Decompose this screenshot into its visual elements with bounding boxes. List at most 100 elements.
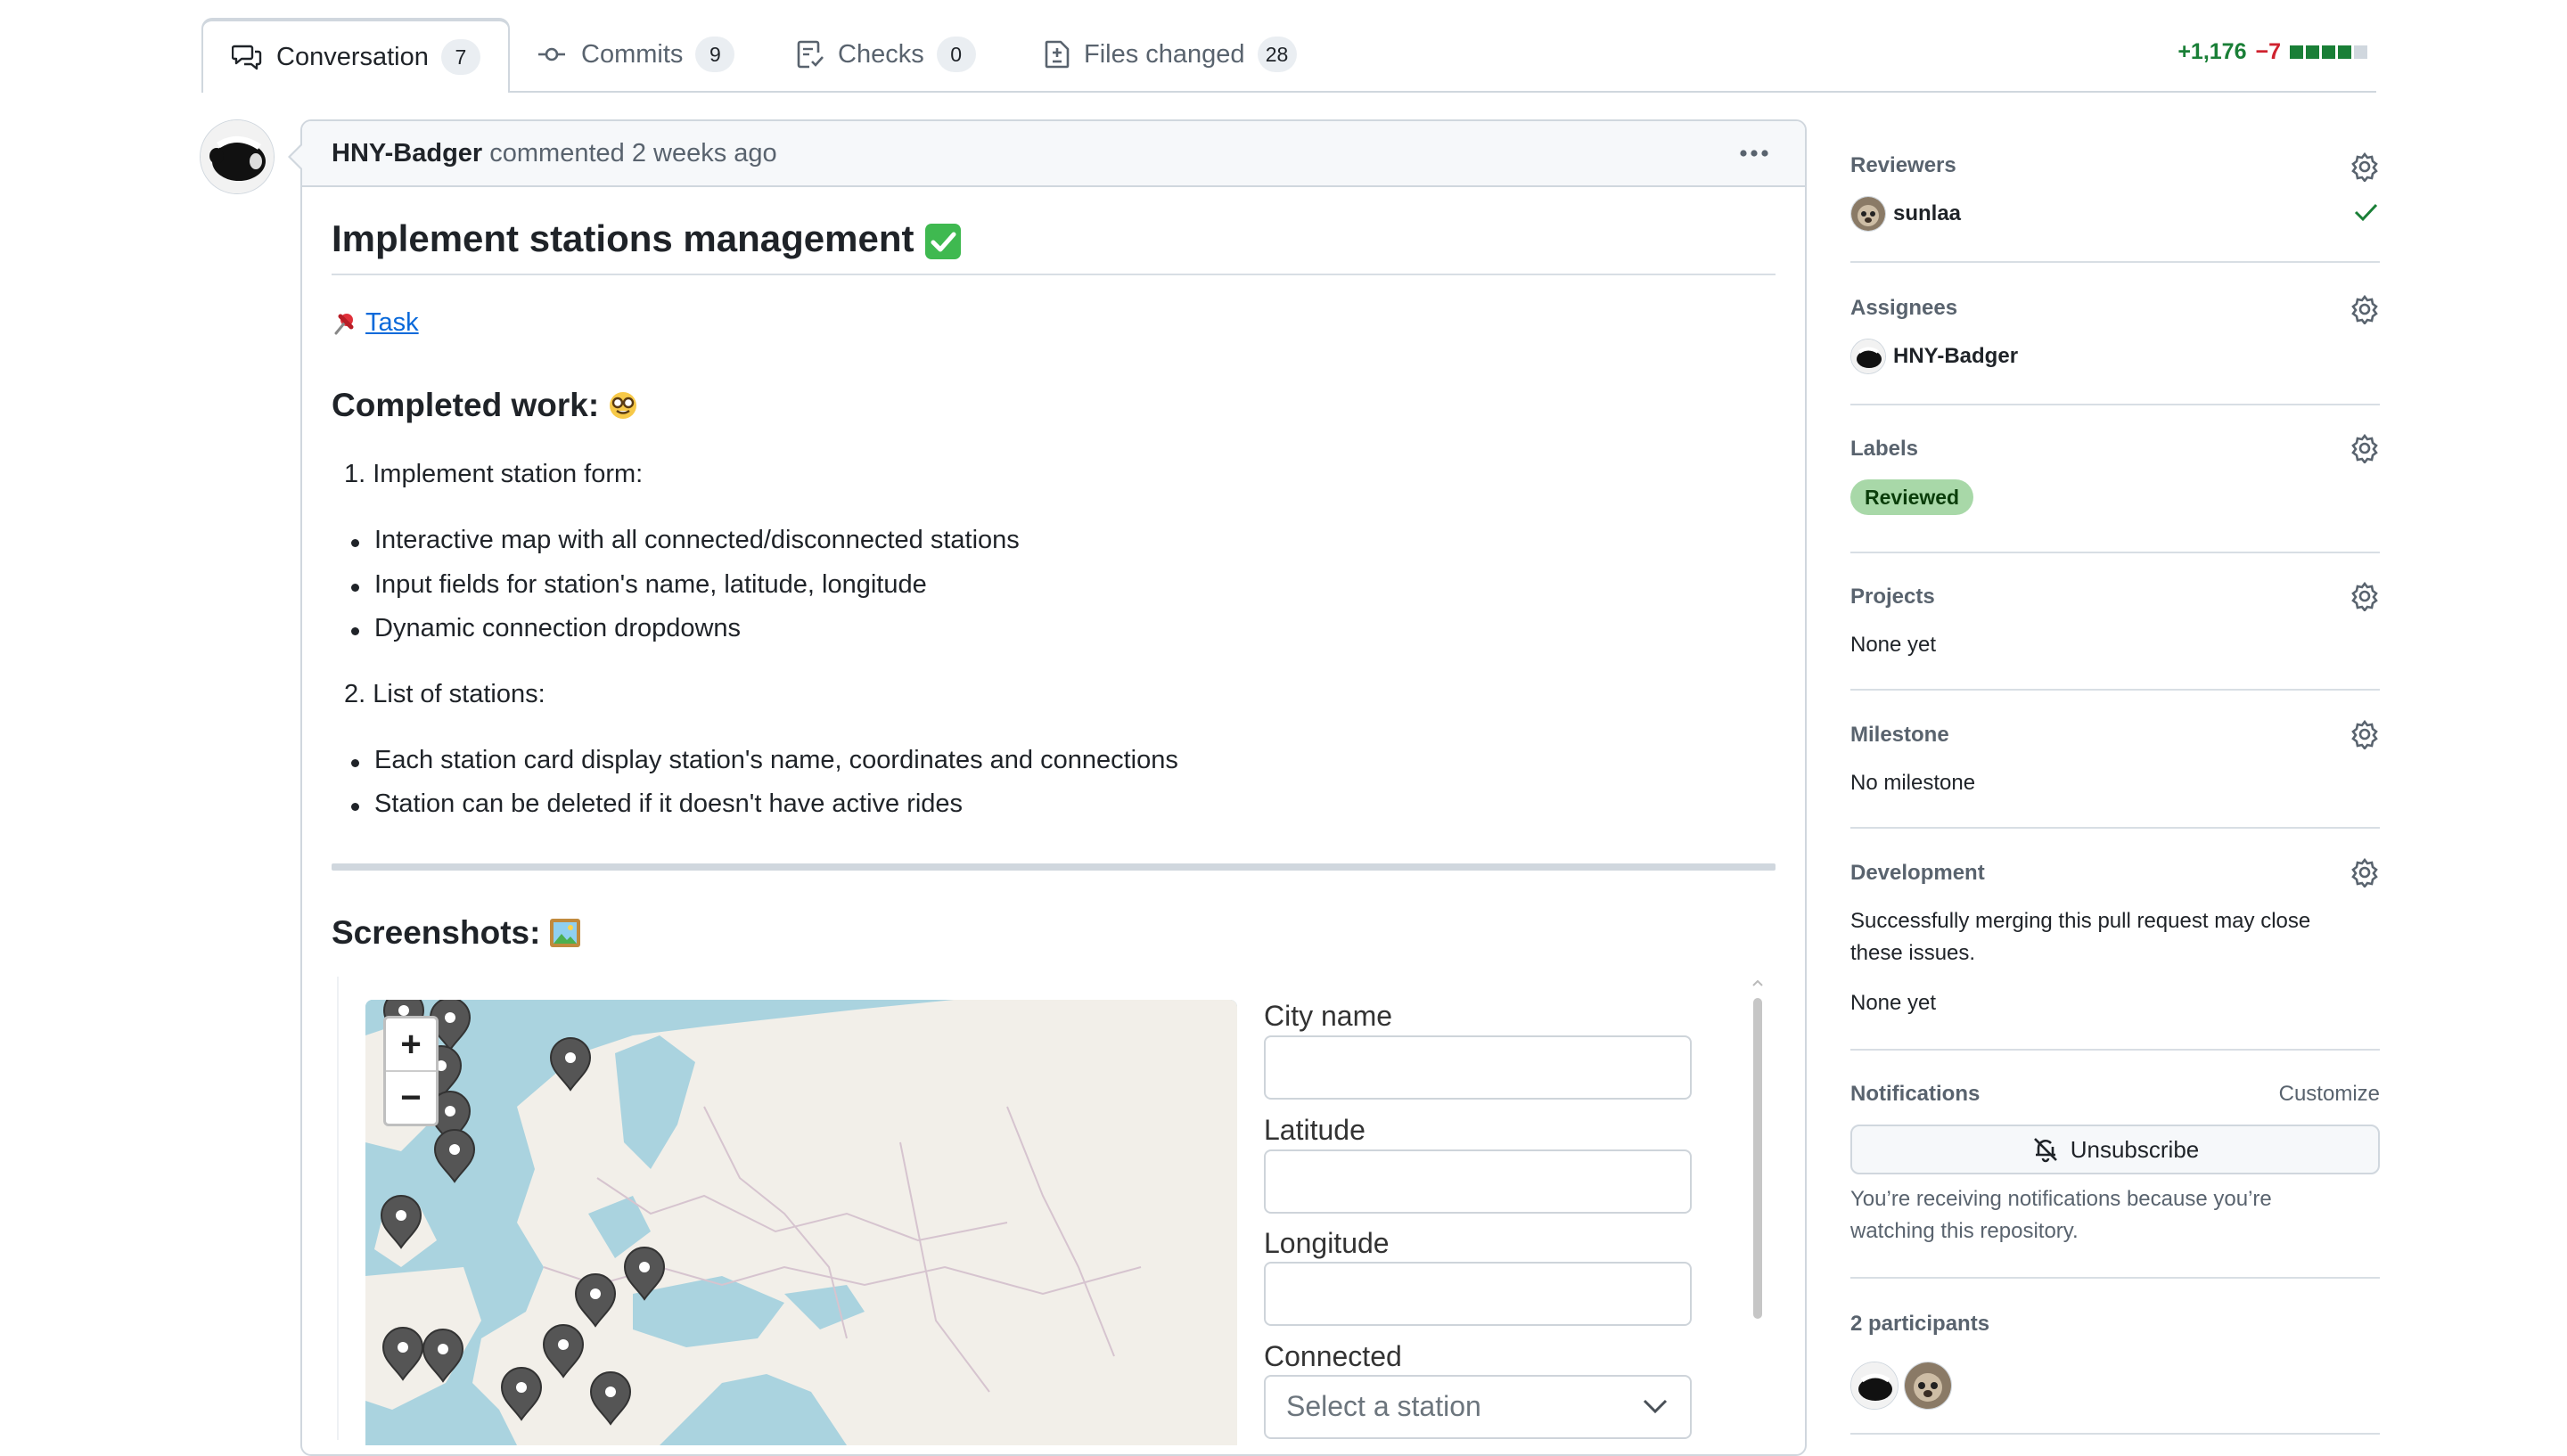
tab-files-changed[interactable]: Files changed 28 bbox=[1045, 18, 1297, 91]
gear-icon[interactable] bbox=[2350, 581, 2380, 611]
pushpin-emoji bbox=[332, 311, 357, 336]
gear-icon[interactable] bbox=[2350, 857, 2380, 888]
gear-icon[interactable] bbox=[2350, 294, 2380, 324]
tab-count: 9 bbox=[695, 37, 735, 72]
pr-tab-bar: Conversation 7 Commits 9 Checks 0 Files … bbox=[201, 18, 2376, 93]
comment-header-text: HNY-Badger commented 2 weeks ago bbox=[332, 139, 777, 168]
tab-conversation[interactable]: Conversation 7 bbox=[201, 18, 510, 93]
sidebar-divider bbox=[1850, 404, 2380, 405]
diffstat-block bbox=[2354, 45, 2367, 59]
list-item-2: 2. List of stations: bbox=[344, 680, 545, 708]
nerd-face-emoji bbox=[608, 390, 638, 421]
gear-icon[interactable] bbox=[2350, 719, 2380, 749]
longitude-label: Longitude bbox=[1264, 1227, 1390, 1259]
select-placeholder: Select a station bbox=[1286, 1390, 1481, 1422]
customize-link[interactable]: Customize bbox=[2279, 1082, 2380, 1107]
tab-label: Files changed bbox=[1084, 39, 1245, 69]
pr-description-title: Implement stations management bbox=[332, 217, 962, 260]
task-line: Task bbox=[332, 308, 419, 338]
list-item: Input fields for station's name, latitud… bbox=[374, 570, 927, 599]
notification-reason: watching this repository. bbox=[1850, 1219, 2079, 1243]
list-item-1: 1. Implement station form: bbox=[344, 460, 644, 488]
bullet-dot bbox=[351, 627, 359, 635]
labels-title[interactable]: Labels bbox=[1850, 437, 1918, 462]
horizontal-rule bbox=[332, 863, 1776, 871]
latitude-input[interactable] bbox=[1264, 1149, 1692, 1214]
longitude-input[interactable] bbox=[1264, 1262, 1692, 1326]
diffstat-block bbox=[2322, 45, 2335, 59]
embedded-scrollbar-thumb[interactable] bbox=[1753, 998, 1762, 1319]
title-text: Implement stations management bbox=[332, 217, 914, 259]
comment-caret-fill bbox=[291, 144, 303, 169]
heading-text: Completed work: bbox=[332, 387, 600, 423]
notifications-title: Notifications bbox=[1850, 1082, 1981, 1106]
diffstat-additions: +1,176 bbox=[2177, 39, 2247, 64]
bullet-dot bbox=[351, 803, 359, 811]
sidebar-divider bbox=[1850, 689, 2380, 691]
reviewers-title[interactable]: Reviewers bbox=[1850, 153, 1956, 178]
projects-title[interactable]: Projects bbox=[1850, 585, 1935, 609]
bullet-dot bbox=[351, 759, 359, 767]
sidebar-divider bbox=[1850, 261, 2380, 263]
list-item: Each station card display station's name… bbox=[374, 746, 1178, 774]
tab-commits[interactable]: Commits 9 bbox=[537, 18, 735, 91]
git-commit-icon bbox=[537, 41, 567, 68]
diffstat-block bbox=[2338, 45, 2351, 59]
assignee-name[interactable]: HNY-Badger bbox=[1893, 344, 2018, 369]
bell-slash-icon bbox=[2031, 1135, 2071, 1164]
development-value: None yet bbox=[1850, 991, 1937, 1015]
checklist-icon bbox=[797, 40, 824, 69]
title-divider bbox=[332, 274, 1776, 275]
reviewer-name[interactable]: sunlaa bbox=[1893, 201, 1961, 226]
check-mark-button-emoji bbox=[924, 223, 962, 260]
comment-discussion-icon bbox=[232, 44, 262, 70]
kebab-horizontal-icon[interactable] bbox=[1736, 141, 1772, 166]
comment-author-link[interactable]: HNY-Badger bbox=[332, 139, 482, 168]
development-description: these issues. bbox=[1850, 941, 1976, 965]
participant-avatar[interactable] bbox=[1850, 1362, 1899, 1410]
city-name-input[interactable] bbox=[1264, 1035, 1692, 1100]
participants-title: 2 participants bbox=[1850, 1312, 1990, 1336]
zoom-out-button[interactable]: − bbox=[386, 1070, 436, 1124]
unsubscribe-button[interactable]: Unsubscribe bbox=[1850, 1125, 2380, 1174]
comment-timestamp[interactable]: commented 2 weeks ago bbox=[489, 139, 776, 168]
tab-count: 28 bbox=[1257, 37, 1297, 72]
notification-reason: You’re receiving notifications because y… bbox=[1850, 1187, 2272, 1211]
check-icon bbox=[2353, 201, 2378, 223]
development-title[interactable]: Development bbox=[1850, 861, 1985, 886]
list-item: Dynamic connection dropdowns bbox=[374, 614, 742, 642]
label-reviewed[interactable]: Reviewed bbox=[1850, 479, 1974, 515]
gear-icon[interactable] bbox=[2350, 433, 2380, 463]
participant-avatar[interactable] bbox=[1904, 1362, 1952, 1410]
milestone-value: No milestone bbox=[1850, 771, 1976, 795]
sidebar-divider bbox=[1850, 552, 2380, 553]
unsubscribe-label: Unsubscribe bbox=[2070, 1135, 2200, 1163]
bullet-dot bbox=[351, 539, 359, 547]
tab-label: Checks bbox=[838, 39, 924, 69]
task-link[interactable]: Task bbox=[365, 308, 419, 338]
sidebar-divider bbox=[1850, 827, 2380, 829]
latitude-label: Latitude bbox=[1264, 1114, 1366, 1146]
tab-checks[interactable]: Checks 0 bbox=[797, 18, 976, 91]
assignee-avatar[interactable] bbox=[1850, 339, 1886, 374]
author-avatar[interactable] bbox=[200, 119, 275, 194]
reviewer-avatar[interactable] bbox=[1850, 196, 1886, 232]
file-diff-icon bbox=[1045, 40, 1070, 69]
scroll-up-arrow-icon[interactable] bbox=[1752, 978, 1763, 987]
assignees-title[interactable]: Assignees bbox=[1850, 296, 1957, 321]
framed-picture-emoji bbox=[549, 918, 581, 948]
list-item: Station can be deleted if it doesn't hav… bbox=[374, 789, 964, 818]
zoom-in-button[interactable]: + bbox=[386, 1018, 436, 1070]
diffstat: +1,176 −7 bbox=[2177, 39, 2370, 65]
milestone-title[interactable]: Milestone bbox=[1850, 723, 1949, 748]
diffstat-block bbox=[2306, 45, 2319, 59]
gear-icon[interactable] bbox=[2350, 151, 2380, 182]
development-description: Successfully merging this pull request m… bbox=[1850, 909, 2311, 933]
diffstat-deletions: −7 bbox=[2255, 39, 2281, 64]
tab-label: Conversation bbox=[276, 42, 429, 71]
map-zoom-control: + − bbox=[383, 1016, 439, 1126]
connected-label: Connected bbox=[1264, 1340, 1402, 1372]
stations-map[interactable] bbox=[365, 1000, 1237, 1445]
tab-count: 0 bbox=[936, 37, 976, 72]
diffstat-block bbox=[2290, 45, 2303, 59]
